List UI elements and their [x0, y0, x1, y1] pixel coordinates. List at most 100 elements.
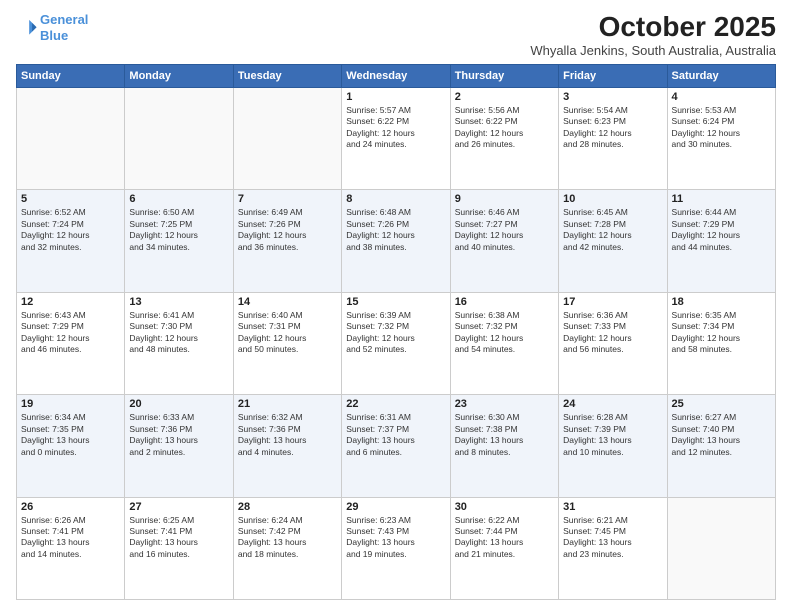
- day-number: 19: [21, 398, 120, 410]
- day-info: Sunrise: 6:28 AM Sunset: 7:39 PM Dayligh…: [563, 412, 662, 458]
- calendar-cell: 28Sunrise: 6:24 AM Sunset: 7:42 PM Dayli…: [233, 497, 341, 599]
- calendar-cell: 24Sunrise: 6:28 AM Sunset: 7:39 PM Dayli…: [559, 395, 667, 497]
- day-info: Sunrise: 6:39 AM Sunset: 7:32 PM Dayligh…: [346, 310, 445, 356]
- day-info: Sunrise: 6:22 AM Sunset: 7:44 PM Dayligh…: [455, 515, 554, 561]
- day-info: Sunrise: 6:24 AM Sunset: 7:42 PM Dayligh…: [238, 515, 337, 561]
- day-info: Sunrise: 6:35 AM Sunset: 7:34 PM Dayligh…: [672, 310, 771, 356]
- day-info: Sunrise: 5:56 AM Sunset: 6:22 PM Dayligh…: [455, 105, 554, 151]
- calendar-cell: 13Sunrise: 6:41 AM Sunset: 7:30 PM Dayli…: [125, 292, 233, 394]
- day-number: 16: [455, 296, 554, 308]
- day-info: Sunrise: 6:46 AM Sunset: 7:27 PM Dayligh…: [455, 207, 554, 253]
- calendar-cell: 29Sunrise: 6:23 AM Sunset: 7:43 PM Dayli…: [342, 497, 450, 599]
- day-number: 3: [563, 91, 662, 103]
- logo-blue: Blue: [40, 28, 68, 43]
- day-info: Sunrise: 6:33 AM Sunset: 7:36 PM Dayligh…: [129, 412, 228, 458]
- day-number: 26: [21, 501, 120, 513]
- calendar-cell: 1 Sunrise: 5:57 AM Sunset: 6:22 PM Daylig…: [342, 87, 450, 189]
- weekday-header-row: SundayMondayTuesdayWednesdayThursdayFrid…: [17, 64, 776, 87]
- calendar-cell: 18Sunrise: 6:35 AM Sunset: 7:34 PM Dayli…: [667, 292, 775, 394]
- day-info: Sunrise: 6:36 AM Sunset: 7:33 PM Dayligh…: [563, 310, 662, 356]
- day-number: 21: [238, 398, 337, 410]
- page: General Blue October 2025 Whyalla Jenkin…: [0, 0, 792, 612]
- day-number: 12: [21, 296, 120, 308]
- calendar-week-row: 12 Sunrise: 6:43 AM Sunset: 7:29 PM Dayli…: [17, 292, 776, 394]
- day-info: Sunrise: 6:31 AM Sunset: 7:37 PM Dayligh…: [346, 412, 445, 458]
- calendar-cell: 5Sunrise: 6:52 AM Sunset: 7:24 PM Daylig…: [17, 190, 125, 292]
- day-info: Sunrise: 6:44 AM Sunset: 7:29 PM Dayligh…: [672, 207, 771, 253]
- weekday-header-sunday: Sunday: [17, 64, 125, 87]
- weekday-header-thursday: Thursday: [450, 64, 558, 87]
- day-number: 7: [238, 193, 337, 205]
- day-info: Sunrise: 5:54 AM Sunset: 6:23 PM Dayligh…: [563, 105, 662, 151]
- calendar-cell: [17, 87, 125, 189]
- calendar-cell: 20 Sunrise: 6:33 AM Sunset: 7:36 PM Dayli…: [125, 395, 233, 497]
- day-number: 10: [563, 193, 662, 205]
- day-info: Sunrise: 6:41 AM Sunset: 7:30 PM Dayligh…: [129, 310, 228, 356]
- location-subtitle: Whyalla Jenkins, South Australia, Austra…: [530, 43, 776, 58]
- logo-general: General: [40, 12, 88, 27]
- calendar-cell: 3 Sunrise: 5:54 AM Sunset: 6:23 PM Daylig…: [559, 87, 667, 189]
- calendar-cell: 22Sunrise: 6:31 AM Sunset: 7:37 PM Dayli…: [342, 395, 450, 497]
- day-info: Sunrise: 6:25 AM Sunset: 7:41 PM Dayligh…: [129, 515, 228, 561]
- weekday-header-wednesday: Wednesday: [342, 64, 450, 87]
- day-number: 8: [346, 193, 445, 205]
- calendar-table: SundayMondayTuesdayWednesdayThursdayFrid…: [16, 64, 776, 600]
- calendar-cell: 2Sunrise: 5:56 AM Sunset: 6:22 PM Daylig…: [450, 87, 558, 189]
- day-number: 5: [21, 193, 120, 205]
- calendar-cell: 8 Sunrise: 6:48 AM Sunset: 7:26 PM Daylig…: [342, 190, 450, 292]
- day-number: 31: [563, 501, 662, 513]
- calendar-cell: 19 Sunrise: 6:34 AM Sunset: 7:35 PM Dayli…: [17, 395, 125, 497]
- logo-icon: [16, 17, 38, 39]
- calendar-cell: 14 Sunrise: 6:40 AM Sunset: 7:31 PM Dayli…: [233, 292, 341, 394]
- header: General Blue October 2025 Whyalla Jenkin…: [16, 12, 776, 58]
- day-number: 25: [672, 398, 771, 410]
- day-info: Sunrise: 6:40 AM Sunset: 7:31 PM Dayligh…: [238, 310, 337, 356]
- calendar-week-row: 26Sunrise: 6:26 AM Sunset: 7:41 PM Dayli…: [17, 497, 776, 599]
- day-number: 30: [455, 501, 554, 513]
- calendar-cell: 21 Sunrise: 6:32 AM Sunset: 7:36 PM Dayli…: [233, 395, 341, 497]
- day-number: 4: [672, 91, 771, 103]
- day-info: Sunrise: 6:27 AM Sunset: 7:40 PM Dayligh…: [672, 412, 771, 458]
- calendar-cell: 17 Sunrise: 6:36 AM Sunset: 7:33 PM Dayli…: [559, 292, 667, 394]
- day-number: 17: [563, 296, 662, 308]
- calendar-cell: 23Sunrise: 6:30 AM Sunset: 7:38 PM Dayli…: [450, 395, 558, 497]
- calendar-cell: 26Sunrise: 6:26 AM Sunset: 7:41 PM Dayli…: [17, 497, 125, 599]
- day-info: Sunrise: 6:38 AM Sunset: 7:32 PM Dayligh…: [455, 310, 554, 356]
- calendar-cell: 4 Sunrise: 5:53 AM Sunset: 6:24 PM Daylig…: [667, 87, 775, 189]
- day-info: Sunrise: 6:43 AM Sunset: 7:29 PM Dayligh…: [21, 310, 120, 356]
- calendar-cell: [233, 87, 341, 189]
- calendar-cell: 16 Sunrise: 6:38 AM Sunset: 7:32 PM Dayli…: [450, 292, 558, 394]
- day-info: Sunrise: 5:57 AM Sunset: 6:22 PM Dayligh…: [346, 105, 445, 151]
- calendar-week-row: 5Sunrise: 6:52 AM Sunset: 7:24 PM Daylig…: [17, 190, 776, 292]
- day-info: Sunrise: 6:34 AM Sunset: 7:35 PM Dayligh…: [21, 412, 120, 458]
- day-number: 6: [129, 193, 228, 205]
- weekday-header-tuesday: Tuesday: [233, 64, 341, 87]
- calendar-cell: 30 Sunrise: 6:22 AM Sunset: 7:44 PM Dayli…: [450, 497, 558, 599]
- calendar-cell: 6 Sunrise: 6:50 AM Sunset: 7:25 PM Daylig…: [125, 190, 233, 292]
- day-info: Sunrise: 6:48 AM Sunset: 7:26 PM Dayligh…: [346, 207, 445, 253]
- weekday-header-monday: Monday: [125, 64, 233, 87]
- calendar-cell: 11Sunrise: 6:44 AM Sunset: 7:29 PM Dayli…: [667, 190, 775, 292]
- day-number: 14: [238, 296, 337, 308]
- weekday-header-saturday: Saturday: [667, 64, 775, 87]
- logo-text: General Blue: [40, 12, 88, 43]
- day-info: Sunrise: 6:32 AM Sunset: 7:36 PM Dayligh…: [238, 412, 337, 458]
- day-info: Sunrise: 6:21 AM Sunset: 7:45 PM Dayligh…: [563, 515, 662, 561]
- day-number: 1: [346, 91, 445, 103]
- day-info: Sunrise: 6:45 AM Sunset: 7:28 PM Dayligh…: [563, 207, 662, 253]
- day-info: Sunrise: 6:50 AM Sunset: 7:25 PM Dayligh…: [129, 207, 228, 253]
- day-number: 9: [455, 193, 554, 205]
- calendar-week-row: 1 Sunrise: 5:57 AM Sunset: 6:22 PM Daylig…: [17, 87, 776, 189]
- day-info: Sunrise: 6:49 AM Sunset: 7:26 PM Dayligh…: [238, 207, 337, 253]
- calendar-cell: 25 Sunrise: 6:27 AM Sunset: 7:40 PM Dayli…: [667, 395, 775, 497]
- calendar-week-row: 19 Sunrise: 6:34 AM Sunset: 7:35 PM Dayli…: [17, 395, 776, 497]
- day-number: 15: [346, 296, 445, 308]
- day-info: Sunrise: 6:23 AM Sunset: 7:43 PM Dayligh…: [346, 515, 445, 561]
- weekday-header-friday: Friday: [559, 64, 667, 87]
- day-number: 20: [129, 398, 228, 410]
- day-number: 27: [129, 501, 228, 513]
- calendar-cell: 15 Sunrise: 6:39 AM Sunset: 7:32 PM Dayli…: [342, 292, 450, 394]
- calendar-cell: [667, 497, 775, 599]
- day-info: Sunrise: 5:53 AM Sunset: 6:24 PM Dayligh…: [672, 105, 771, 151]
- day-info: Sunrise: 6:30 AM Sunset: 7:38 PM Dayligh…: [455, 412, 554, 458]
